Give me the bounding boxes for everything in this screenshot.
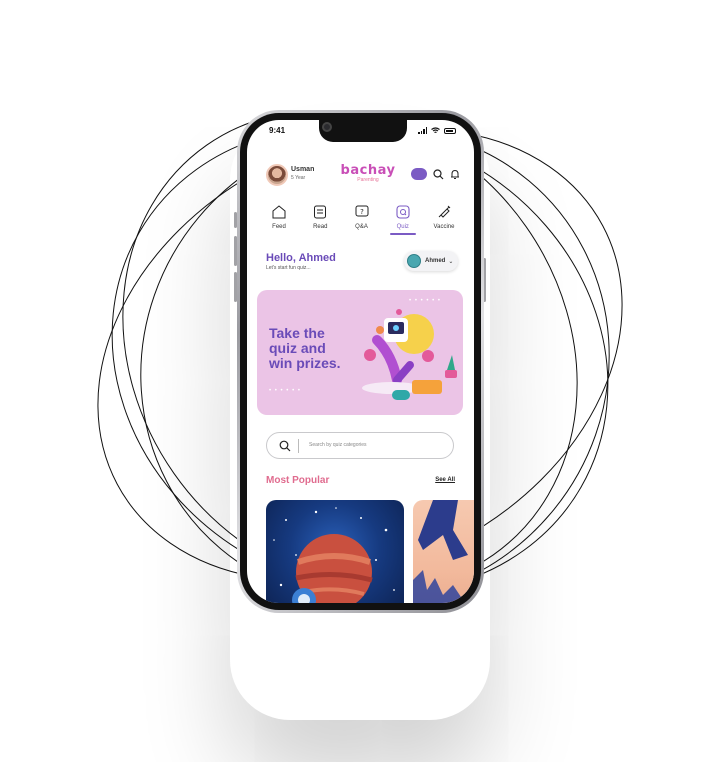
- phone-frame: 9:41 Usman 5 Year bachay Parenting Feed …: [237, 110, 484, 613]
- app-logo: bachay Parenting: [338, 164, 398, 183]
- quiz-card-space[interactable]: [266, 500, 404, 603]
- search-icon[interactable]: [433, 168, 444, 180]
- nav-label-qa: Q&A: [355, 224, 368, 230]
- nav-item-vaccine[interactable]: Vaccine: [424, 204, 464, 240]
- child-selector[interactable]: Ahmed ⌄: [404, 251, 458, 271]
- banner-headline: Take the quiz and win prizes.: [269, 326, 341, 371]
- see-all-link[interactable]: See All: [435, 477, 455, 483]
- question-icon: ?: [355, 205, 368, 217]
- search-bar[interactable]: Search by quiz categories: [266, 432, 454, 459]
- status-icons: [418, 127, 456, 134]
- search-icon: [279, 440, 291, 452]
- chevron-down-icon: ⌄: [448, 258, 454, 265]
- front-camera: [322, 122, 332, 132]
- nav-item-quiz[interactable]: Quiz: [383, 204, 423, 240]
- user-name: Usman: [291, 166, 315, 173]
- signal-icon: [418, 127, 427, 134]
- battery-icon: [444, 127, 456, 134]
- child-avatar: [407, 254, 421, 268]
- top-nav: Feed Read ? Q&A Quiz Vaccine: [259, 204, 464, 240]
- rewards-badge-icon[interactable]: [411, 168, 427, 180]
- phone-bezel: 9:41 Usman 5 Year bachay Parenting Feed …: [240, 113, 481, 610]
- status-bar: 9:41: [247, 126, 474, 140]
- greeting-title: Hello, Ahmed: [266, 252, 336, 264]
- app-header: Usman 5 Year bachay Parenting: [266, 164, 460, 190]
- search-divider: [298, 439, 299, 453]
- nav-label-quiz: Quiz: [396, 224, 409, 230]
- greeting: Hello, Ahmed Let's start fun quiz...: [266, 252, 336, 271]
- logo-wordmark: bachay: [340, 163, 396, 178]
- runner-illustration: [413, 500, 474, 603]
- header-actions: [411, 168, 460, 180]
- nav-label-vaccine: Vaccine: [433, 224, 455, 230]
- nav-item-qa[interactable]: ? Q&A: [342, 204, 382, 240]
- banner-line-1: Take the: [269, 325, 325, 341]
- user-age: 5 Year: [291, 175, 306, 181]
- book-icon: [314, 205, 327, 219]
- nav-item-read[interactable]: Read: [300, 204, 340, 240]
- nav-item-feed[interactable]: Feed: [259, 204, 299, 240]
- quiz-promo-banner[interactable]: • • • • • • Take the quiz and win prizes…: [257, 290, 463, 415]
- search-input[interactable]: Search by quiz categories: [309, 442, 367, 448]
- banner-line-3: win prizes.: [269, 355, 341, 371]
- bell-icon[interactable]: [450, 169, 460, 180]
- banner-line-2: quiz and: [269, 340, 326, 356]
- planet-illustration: [273, 507, 395, 603]
- wifi-icon: [431, 127, 440, 133]
- svg-text:?: ?: [360, 208, 364, 216]
- quiz-card-sports[interactable]: [413, 500, 474, 603]
- greeting-subtitle: Let's start fun quiz...: [266, 265, 311, 271]
- nav-label-read: Read: [313, 224, 328, 230]
- user-avatar[interactable]: [266, 164, 288, 186]
- app-screen: 9:41 Usman 5 Year bachay Parenting Feed …: [247, 120, 474, 603]
- banner-illustration: [362, 309, 457, 400]
- child-name: Ahmed: [425, 258, 446, 264]
- home-icon: [272, 205, 286, 219]
- nav-label-feed: Feed: [272, 224, 286, 230]
- section-title: Most Popular: [266, 475, 330, 486]
- syringe-icon: [438, 205, 451, 218]
- quiz-icon: [396, 205, 410, 219]
- banner-dots-decoration: • • • • • •: [269, 388, 301, 394]
- status-time: 9:41: [269, 126, 286, 135]
- nav-active-indicator: [389, 233, 416, 235]
